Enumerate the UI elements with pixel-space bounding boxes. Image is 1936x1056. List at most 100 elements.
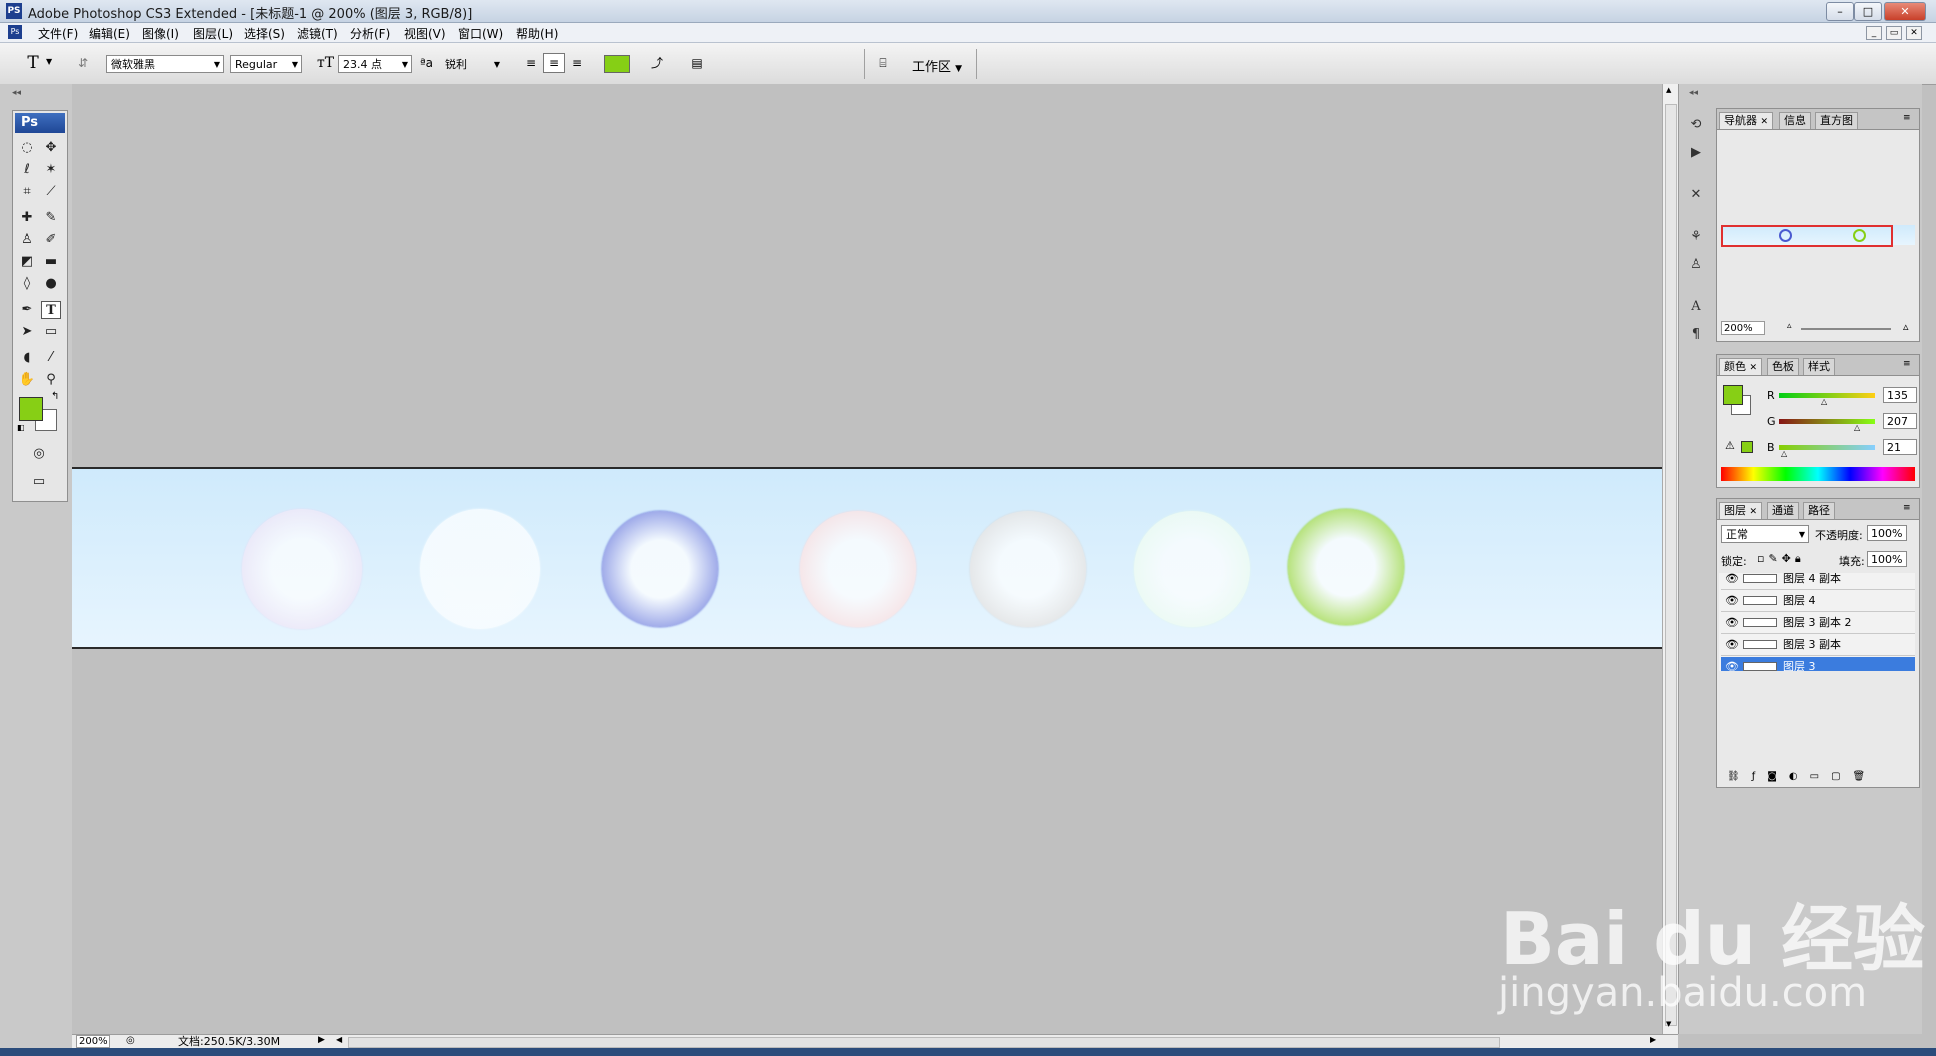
tab-histogram[interactable]: 直方图 (1815, 112, 1858, 129)
move-tool-icon[interactable]: ✥ (41, 139, 61, 157)
doc-close-button[interactable]: ✕ (1906, 26, 1922, 40)
menu-window[interactable]: 窗口(W) (458, 25, 503, 42)
panel-menu-icon[interactable]: ≡ (1903, 113, 1911, 123)
menu-file[interactable]: 文件(F) (38, 25, 78, 42)
clone-stamp-tool-icon[interactable]: ♙ (17, 231, 37, 249)
gamut-swatch[interactable] (1741, 441, 1753, 453)
menu-view[interactable]: 视图(V) (404, 25, 446, 42)
hand-tool-icon[interactable]: ✋ (17, 371, 37, 389)
eye-icon[interactable]: 👁︎ (1724, 657, 1740, 671)
font-family-select[interactable]: 微软雅黑 ▼ (106, 55, 224, 73)
zoom-tool-icon[interactable]: ⚲ (41, 371, 61, 389)
g-value[interactable]: 207 (1883, 413, 1917, 429)
brush-tool-icon[interactable]: ✎ (41, 209, 61, 227)
actions-panel-icon[interactable]: ▶ (1685, 142, 1707, 164)
close-icon[interactable]: ✕ (1761, 117, 1769, 127)
horizontal-scroll-thumb[interactable] (348, 1037, 1500, 1048)
warp-text-icon[interactable]: ⤴ (646, 53, 668, 73)
zoom-out-icon[interactable]: ▵ (1787, 321, 1792, 331)
pen-tool-icon[interactable]: ✒ (17, 301, 37, 319)
crop-tool-icon[interactable]: ⌗ (17, 183, 37, 201)
status-options-icon[interactable]: ◎ (126, 1035, 135, 1046)
color-spectrum-ramp[interactable] (1721, 467, 1915, 481)
path-selection-tool-icon[interactable]: ➤ (17, 323, 37, 341)
layer-actions-bar[interactable]: ⛓ƒ◙◐▭▢🗑︎ (1719, 771, 1923, 785)
b-slider-thumb[interactable]: △ (1781, 449, 1787, 458)
tab-paths[interactable]: 路径 (1803, 502, 1835, 519)
character-panel-icon[interactable]: ▤ (686, 53, 708, 73)
tab-swatches[interactable]: 色板 (1767, 358, 1799, 375)
eyedropper-tool-icon[interactable]: ⁄ (41, 349, 61, 367)
align-center-icon[interactable]: ≡ (543, 53, 565, 73)
layer-row[interactable]: 👁︎ 图层 3 副本 2 (1721, 613, 1915, 634)
panel-menu-icon[interactable]: ≡ (1903, 359, 1911, 369)
foreground-color-swatch[interactable] (19, 397, 43, 421)
navigator-preview[interactable] (1721, 225, 1915, 247)
lock-icons[interactable]: ▫✎✥🔒︎ (1757, 552, 1805, 566)
paragraph-panel-icon[interactable]: ¶ (1685, 324, 1707, 346)
close-button[interactable]: ✕ (1884, 2, 1926, 21)
layer-row[interactable]: 👁︎ 图层 3 (1721, 657, 1915, 671)
doc-minimize-button[interactable]: _ (1866, 26, 1882, 40)
scroll-down-icon[interactable]: ▼ (1666, 1020, 1671, 1028)
align-right-icon[interactable]: ≡ (566, 53, 588, 73)
gamut-warning-icon[interactable]: ⚠ (1725, 439, 1735, 452)
close-icon[interactable]: ✕ (1750, 507, 1758, 517)
history-panel-icon[interactable]: ⟲ (1685, 114, 1707, 136)
expand-arrows-icon[interactable]: ◂◂ (1689, 88, 1698, 98)
status-menu-arrow-icon[interactable]: ▶ (318, 1035, 325, 1045)
g-slider-thumb[interactable]: △ (1854, 423, 1860, 432)
r-slider-thumb[interactable]: △ (1821, 397, 1827, 406)
g-slider[interactable] (1779, 419, 1875, 424)
font-style-select[interactable]: Regular ▼ (230, 55, 302, 73)
panel-menu-icon[interactable]: ≡ (1903, 503, 1911, 513)
clone-source-panel-icon[interactable]: ♙ (1685, 254, 1707, 276)
blur-tool-icon[interactable]: ◊ (17, 275, 37, 293)
font-size-select[interactable]: 23.4 点 ▼ (338, 55, 412, 73)
opacity-field[interactable]: 100% (1867, 525, 1907, 541)
menu-edit[interactable]: 编辑(E) (89, 25, 130, 42)
eye-icon[interactable]: 👁︎ (1724, 613, 1740, 633)
doc-restore-button[interactable]: ▭ (1886, 26, 1902, 40)
layer-row[interactable]: 👁︎ 图层 3 副本 (1721, 635, 1915, 656)
quick-mask-icon[interactable]: ◎ (29, 445, 49, 463)
type-tool-icon[interactable]: T (41, 301, 61, 319)
tool-preset-dropdown-arrow-icon[interactable]: ▼ (46, 57, 52, 66)
b-value[interactable]: 21 (1883, 439, 1917, 455)
document-canvas[interactable] (72, 467, 1662, 649)
menu-help[interactable]: 帮助(H) (516, 25, 558, 42)
tab-styles[interactable]: 样式 (1803, 358, 1835, 375)
navigator-zoom-slider[interactable] (1801, 328, 1891, 330)
workspace-menu[interactable]: 工作区 ▼ (912, 56, 962, 75)
menu-analysis[interactable]: 分析(F) (350, 25, 390, 42)
scroll-up-icon[interactable]: ▲ (1666, 86, 1671, 94)
navigator-view-box[interactable] (1721, 225, 1893, 247)
history-brush-tool-icon[interactable]: ✐ (41, 231, 61, 249)
menu-filter[interactable]: 滤镜(T) (297, 25, 338, 42)
align-left-icon[interactable]: ≡ (520, 53, 542, 73)
tab-channels[interactable]: 通道 (1767, 502, 1799, 519)
tool-presets-panel-icon[interactable]: ✕ (1685, 184, 1707, 206)
brushes-panel-icon[interactable]: ⚘ (1685, 226, 1707, 248)
magic-wand-tool-icon[interactable]: ✶ (41, 161, 61, 179)
b-slider[interactable] (1779, 445, 1875, 450)
tab-info[interactable]: 信息 (1779, 112, 1811, 129)
collapse-arrows-icon[interactable]: ◂◂ (12, 88, 21, 98)
close-icon[interactable]: ✕ (1750, 363, 1758, 373)
tab-navigator[interactable]: 导航器 ✕ (1719, 112, 1774, 129)
color-panel-fg-swatch[interactable] (1723, 385, 1743, 405)
gradient-tool-icon[interactable]: ▬ (41, 253, 61, 271)
character-panel-icon[interactable]: A (1685, 296, 1707, 318)
healing-brush-tool-icon[interactable]: ✚ (17, 209, 37, 227)
menu-select[interactable]: 选择(S) (244, 25, 285, 42)
bridge-icon[interactable]: ⌸ (872, 53, 894, 73)
fill-field[interactable]: 100% (1867, 551, 1907, 567)
marquee-tool-icon[interactable]: ◌ (17, 139, 37, 157)
minimize-button[interactable]: – (1826, 2, 1854, 21)
tool-preset-text-icon[interactable]: T (22, 53, 44, 73)
antialias-select[interactable]: 锐利 ▼ (440, 55, 504, 73)
layer-row[interactable]: 👁︎ 图层 4 副本 (1721, 573, 1915, 590)
text-orientation-icon[interactable]: ⇵ (72, 53, 94, 73)
maximize-button[interactable]: □ (1854, 2, 1882, 21)
notes-tool-icon[interactable]: ◖ (17, 349, 37, 367)
